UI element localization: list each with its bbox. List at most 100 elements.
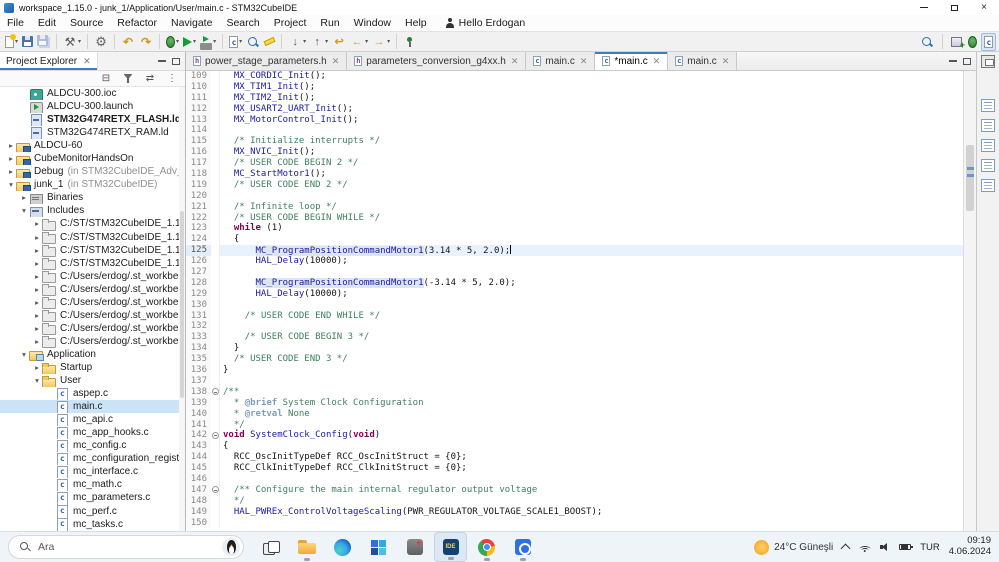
line-number[interactable]: 116 bbox=[186, 147, 211, 158]
debug-perspective-button[interactable] bbox=[966, 33, 979, 51]
code-text[interactable]: /* USER CODE BEGIN WHILE */ bbox=[220, 213, 963, 224]
tree-item-stm32g474retx-ram-ld[interactable]: STM32G474RETX_RAM.ld bbox=[0, 126, 185, 139]
taskbar-app-camera-app[interactable] bbox=[506, 532, 539, 562]
line-number[interactable]: 113 bbox=[186, 115, 211, 126]
code-editor[interactable]: 109 MX_CORDIC_Init();110 MX_TIM1_Init();… bbox=[186, 71, 963, 531]
menu-navigate[interactable]: Navigate bbox=[164, 17, 219, 29]
code-text[interactable]: MX_TIM1_Init(); bbox=[220, 82, 963, 93]
fold-margin[interactable] bbox=[211, 332, 220, 343]
editor-tab-main-c[interactable]: cmain.c✕ bbox=[526, 52, 595, 70]
code-line-128[interactable]: 128 MC_ProgramPositionCommandMotor1(-3.1… bbox=[186, 278, 963, 289]
tree-item-c-st-stm32cubeide-1-15-0[interactable]: ▸C:/ST/STM32CubeIDE_1.15.0/ bbox=[0, 231, 185, 244]
dropdown-arrow-icon[interactable]: ▾ bbox=[239, 38, 242, 45]
fold-margin[interactable] bbox=[211, 365, 220, 376]
line-number[interactable]: 136 bbox=[186, 365, 211, 376]
fold-margin[interactable] bbox=[211, 441, 220, 452]
fold-margin[interactable] bbox=[211, 202, 220, 213]
fold-margin[interactable] bbox=[211, 158, 220, 169]
back-button[interactable]: ▾ bbox=[348, 33, 370, 51]
tree-item-c-users-erdog-st-workbench[interactable]: ▸C:/Users/erdog/.st_workbench bbox=[0, 309, 185, 322]
tree-item-mc-math-c[interactable]: mc_math.c bbox=[0, 478, 185, 491]
line-number[interactable]: 112 bbox=[186, 104, 211, 115]
build-button[interactable]: ▾ bbox=[61, 33, 83, 51]
fold-margin[interactable] bbox=[211, 234, 220, 245]
new-wizard-button[interactable]: ▾ bbox=[3, 33, 20, 51]
cpp-perspective-button[interactable] bbox=[981, 33, 996, 51]
dropdown-arrow-icon[interactable]: ▾ bbox=[213, 38, 216, 45]
line-number[interactable]: 126 bbox=[186, 256, 211, 267]
expand-arrow-icon[interactable]: ▸ bbox=[6, 154, 16, 163]
fold-margin[interactable] bbox=[211, 147, 220, 158]
line-number[interactable]: 120 bbox=[186, 191, 211, 202]
tree-item-c-st-stm32cubeide-1-15-0[interactable]: ▸C:/ST/STM32CubeIDE_1.15.0/ bbox=[0, 244, 185, 257]
code-line-136[interactable]: 136} bbox=[186, 365, 963, 376]
tree-item-mc-tasks-c[interactable]: mc_tasks.c bbox=[0, 518, 185, 531]
code-text[interactable]: MX_USART2_UART_Init(); bbox=[220, 104, 963, 115]
close-button[interactable]: × bbox=[969, 0, 999, 15]
collapse-all-icon[interactable]: ⊟ bbox=[99, 72, 113, 86]
external-tools-button[interactable]: ▾ bbox=[198, 33, 218, 51]
tree-item-cubemonitorhandson[interactable]: ▸CubeMonitorHandsOn bbox=[0, 152, 185, 165]
battery-icon[interactable] bbox=[899, 544, 911, 551]
code-line-127[interactable]: 127 bbox=[186, 267, 963, 278]
menu-help[interactable]: Help bbox=[398, 17, 434, 29]
dropdown-arrow-icon[interactable]: ▾ bbox=[387, 38, 390, 45]
dropdown-arrow-icon[interactable]: ▾ bbox=[15, 38, 18, 45]
code-text[interactable]: HAL_Delay(10000); bbox=[220, 289, 963, 300]
code-line-132[interactable]: 132 bbox=[186, 321, 963, 332]
code-text[interactable]: * @retval None bbox=[220, 409, 963, 420]
code-text[interactable] bbox=[220, 376, 963, 387]
fold-margin[interactable] bbox=[211, 93, 220, 104]
fold-margin[interactable] bbox=[211, 104, 220, 115]
code-text[interactable]: /** bbox=[220, 387, 963, 398]
line-number[interactable]: 131 bbox=[186, 311, 211, 322]
line-number[interactable]: 142 bbox=[186, 430, 211, 441]
fold-margin[interactable] bbox=[211, 430, 220, 441]
code-text[interactable]: * @brief System Clock Configuration bbox=[220, 398, 963, 409]
close-icon[interactable]: ✕ bbox=[722, 56, 730, 67]
filter-icon[interactable] bbox=[121, 72, 135, 86]
close-icon[interactable]: ✕ bbox=[332, 56, 340, 67]
line-number[interactable]: 114 bbox=[186, 125, 211, 136]
taskbar-search-box[interactable]: Ara bbox=[8, 535, 244, 559]
taskbar-app-chrome[interactable] bbox=[470, 532, 503, 562]
code-line-150[interactable]: 150 bbox=[186, 518, 963, 529]
code-text[interactable]: MX_MotorControl_Init(); bbox=[220, 115, 963, 126]
line-number[interactable]: 139 bbox=[186, 398, 211, 409]
line-number[interactable]: 130 bbox=[186, 300, 211, 311]
fold-collapse-icon[interactable] bbox=[212, 486, 219, 493]
code-line-133[interactable]: 133 /* USER CODE BEGIN 3 */ bbox=[186, 332, 963, 343]
line-number[interactable]: 119 bbox=[186, 180, 211, 191]
find-actions-icon[interactable] bbox=[918, 33, 936, 51]
code-line-129[interactable]: 129 HAL_Delay(10000); bbox=[186, 289, 963, 300]
tree-item-binaries[interactable]: ▸Binaries bbox=[0, 191, 185, 204]
expand-arrow-icon[interactable]: ▾ bbox=[19, 206, 29, 215]
code-text[interactable]: */ bbox=[220, 420, 963, 431]
expand-arrow-icon[interactable]: ▾ bbox=[19, 350, 29, 359]
fold-margin[interactable] bbox=[211, 267, 220, 278]
pin-editor-button[interactable] bbox=[401, 33, 419, 51]
taskbar-app-edge[interactable] bbox=[326, 532, 359, 562]
volume-icon[interactable] bbox=[880, 542, 890, 552]
fold-collapse-icon[interactable] bbox=[212, 388, 219, 395]
outline-view-icon[interactable] bbox=[981, 99, 995, 112]
code-text[interactable]: /* USER CODE END WHILE */ bbox=[220, 311, 963, 322]
code-line-122[interactable]: 122 /* USER CODE BEGIN WHILE */ bbox=[186, 213, 963, 224]
menu-run[interactable]: Run bbox=[313, 17, 346, 29]
taskbar-app-task-view[interactable] bbox=[254, 532, 287, 562]
fold-margin[interactable] bbox=[211, 136, 220, 147]
minimize-view-icon[interactable] bbox=[158, 60, 166, 62]
tree-item-startup[interactable]: ▸Startup bbox=[0, 361, 185, 374]
expand-arrow-icon[interactable]: ▾ bbox=[32, 376, 42, 385]
expand-arrow-icon[interactable]: ▸ bbox=[6, 141, 16, 150]
line-number[interactable]: 110 bbox=[186, 82, 211, 93]
code-line-144[interactable]: 144 RCC_OscInitTypeDef RCC_OscInitStruct… bbox=[186, 452, 963, 463]
line-number[interactable]: 111 bbox=[186, 93, 211, 104]
dropdown-arrow-icon[interactable]: ▾ bbox=[78, 38, 81, 45]
editor-tab-parameters-conversion-g4xx-h[interactable]: hparameters_conversion_g4xx.h✕ bbox=[347, 52, 526, 70]
tree-item-aspep-c[interactable]: aspep.c bbox=[0, 387, 185, 400]
tree-item-user[interactable]: ▾User bbox=[0, 374, 185, 387]
dropdown-arrow-icon[interactable]: ▾ bbox=[325, 38, 328, 45]
code-text[interactable]: /* USER CODE END 3 */ bbox=[220, 354, 963, 365]
line-number[interactable]: 124 bbox=[186, 234, 211, 245]
